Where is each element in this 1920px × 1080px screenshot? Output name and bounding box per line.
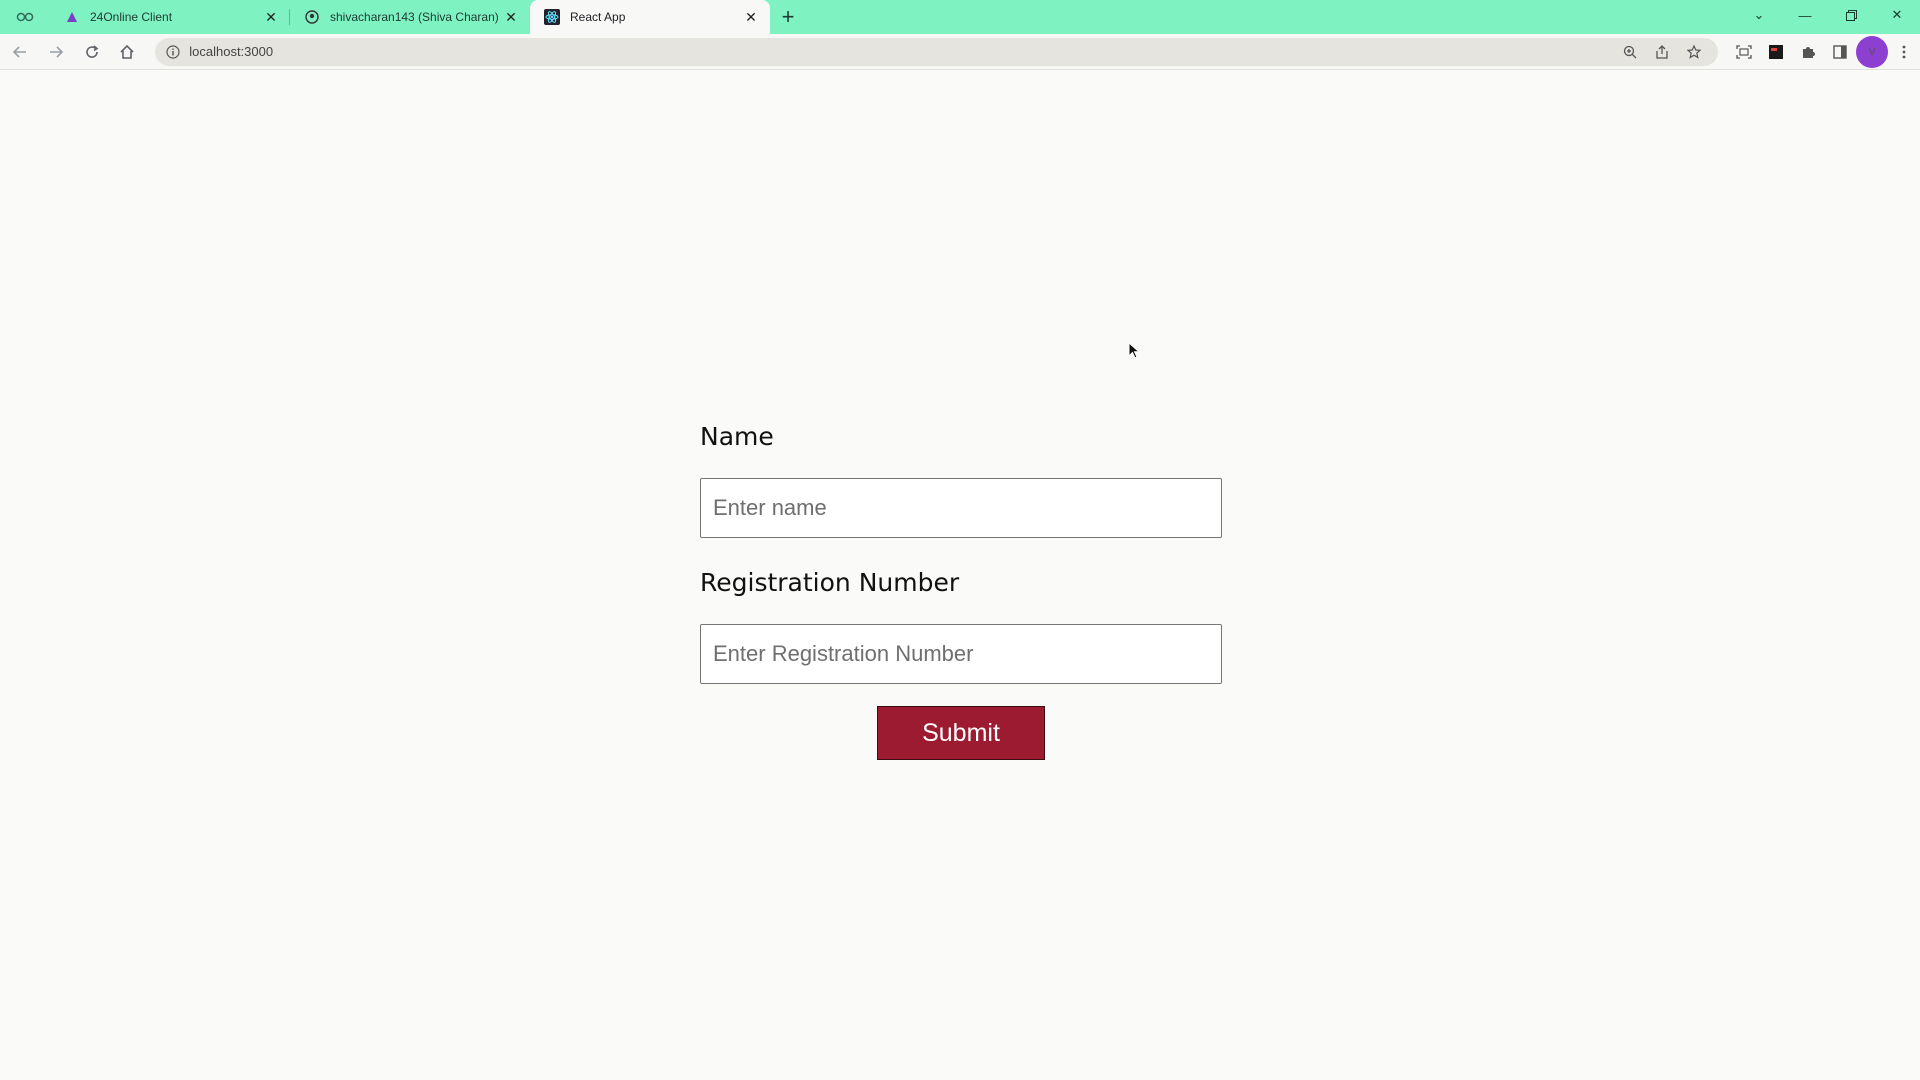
extension-dark-icon[interactable]	[1760, 36, 1792, 68]
github-icon	[304, 9, 320, 25]
triangle-icon	[64, 9, 80, 25]
mouse-cursor-icon	[1128, 342, 1140, 359]
tab-title: shivacharan143 (Shiva Charan)	[330, 10, 499, 24]
home-icon[interactable]	[111, 36, 143, 68]
registration-number-label: Registration Number	[700, 568, 960, 597]
tab-strip: 24Online Client ✕ shivacharan143 (Shiva …	[0, 0, 1920, 34]
profile-avatar[interactable]: V	[1856, 35, 1889, 68]
page-content: Name Registration Number Submit	[0, 70, 1920, 1080]
browser-toolbar: localhost:3000 V	[0, 34, 1920, 70]
window-controls: ⌄ — ✕	[1736, 0, 1920, 30]
address-bar[interactable]: localhost:3000	[155, 37, 1719, 66]
name-input[interactable]	[700, 478, 1222, 538]
screenshot-icon[interactable]	[1728, 36, 1760, 68]
more-menu-icon[interactable]	[1888, 36, 1920, 68]
extensions-puzzle-icon[interactable]	[1792, 36, 1824, 68]
back-arrow-icon[interactable]	[4, 36, 36, 68]
share-icon[interactable]	[1646, 38, 1678, 66]
new-tab-button[interactable]: +	[770, 0, 806, 34]
tab-title: 24Online Client	[90, 10, 173, 24]
tab-react-app[interactable]: React App ✕	[530, 0, 770, 34]
url-text[interactable]: localhost:3000	[189, 44, 1614, 59]
site-info-icon[interactable]	[165, 44, 181, 60]
reload-icon[interactable]	[76, 36, 108, 68]
close-icon[interactable]: ✕	[502, 8, 520, 26]
close-icon[interactable]: ✕	[742, 8, 760, 26]
minimize-icon[interactable]: —	[1782, 0, 1828, 30]
tab-search-icon[interactable]: ⌄	[1736, 0, 1782, 30]
name-label: Name	[700, 422, 774, 451]
restore-icon[interactable]	[1828, 0, 1874, 30]
tab-group-icon[interactable]	[0, 0, 50, 34]
react-icon	[544, 9, 560, 25]
tab-github[interactable]: shivacharan143 (Shiva Charan) ✕	[290, 0, 530, 34]
side-panel-icon[interactable]	[1824, 36, 1856, 68]
close-window-icon[interactable]: ✕	[1874, 0, 1920, 30]
zoom-icon[interactable]	[1614, 38, 1646, 66]
browser-window: 24Online Client ✕ shivacharan143 (Shiva …	[0, 0, 1920, 1080]
tab-title: React App	[570, 10, 626, 24]
registration-number-input[interactable]	[700, 624, 1222, 684]
avatar: V	[1856, 35, 1889, 68]
tab-24online[interactable]: 24Online Client ✕	[50, 0, 290, 34]
submit-button[interactable]: Submit	[877, 706, 1045, 760]
bookmark-star-icon[interactable]	[1678, 38, 1710, 66]
forward-arrow-icon[interactable]	[40, 36, 72, 68]
close-icon[interactable]: ✕	[262, 8, 280, 26]
registration-form: Name Registration Number Submit	[700, 412, 1222, 760]
